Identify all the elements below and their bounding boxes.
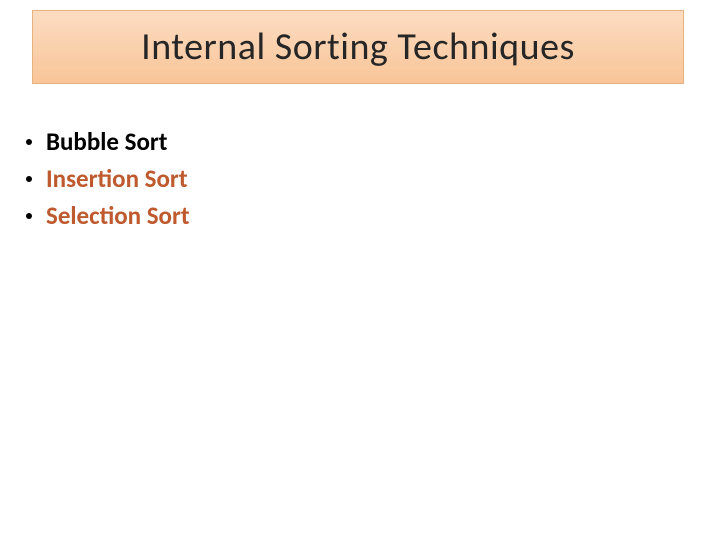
bullet-list: Bubble Sort Insertion Sort Selection Sor… <box>26 126 190 237</box>
item-label: Bubble Sort <box>46 126 167 157</box>
list-item: Bubble Sort <box>26 126 190 157</box>
list-item: Selection Sort <box>26 200 190 231</box>
bullet-icon <box>26 139 32 145</box>
item-label: Insertion Sort <box>46 163 187 194</box>
title-box: Internal Sorting Techniques <box>32 10 684 84</box>
bullet-icon <box>26 176 32 182</box>
item-label: Selection Sort <box>46 200 190 231</box>
list-item: Insertion Sort <box>26 163 190 194</box>
bullet-icon <box>26 213 32 219</box>
slide-title: Internal Sorting Techniques <box>141 24 575 70</box>
